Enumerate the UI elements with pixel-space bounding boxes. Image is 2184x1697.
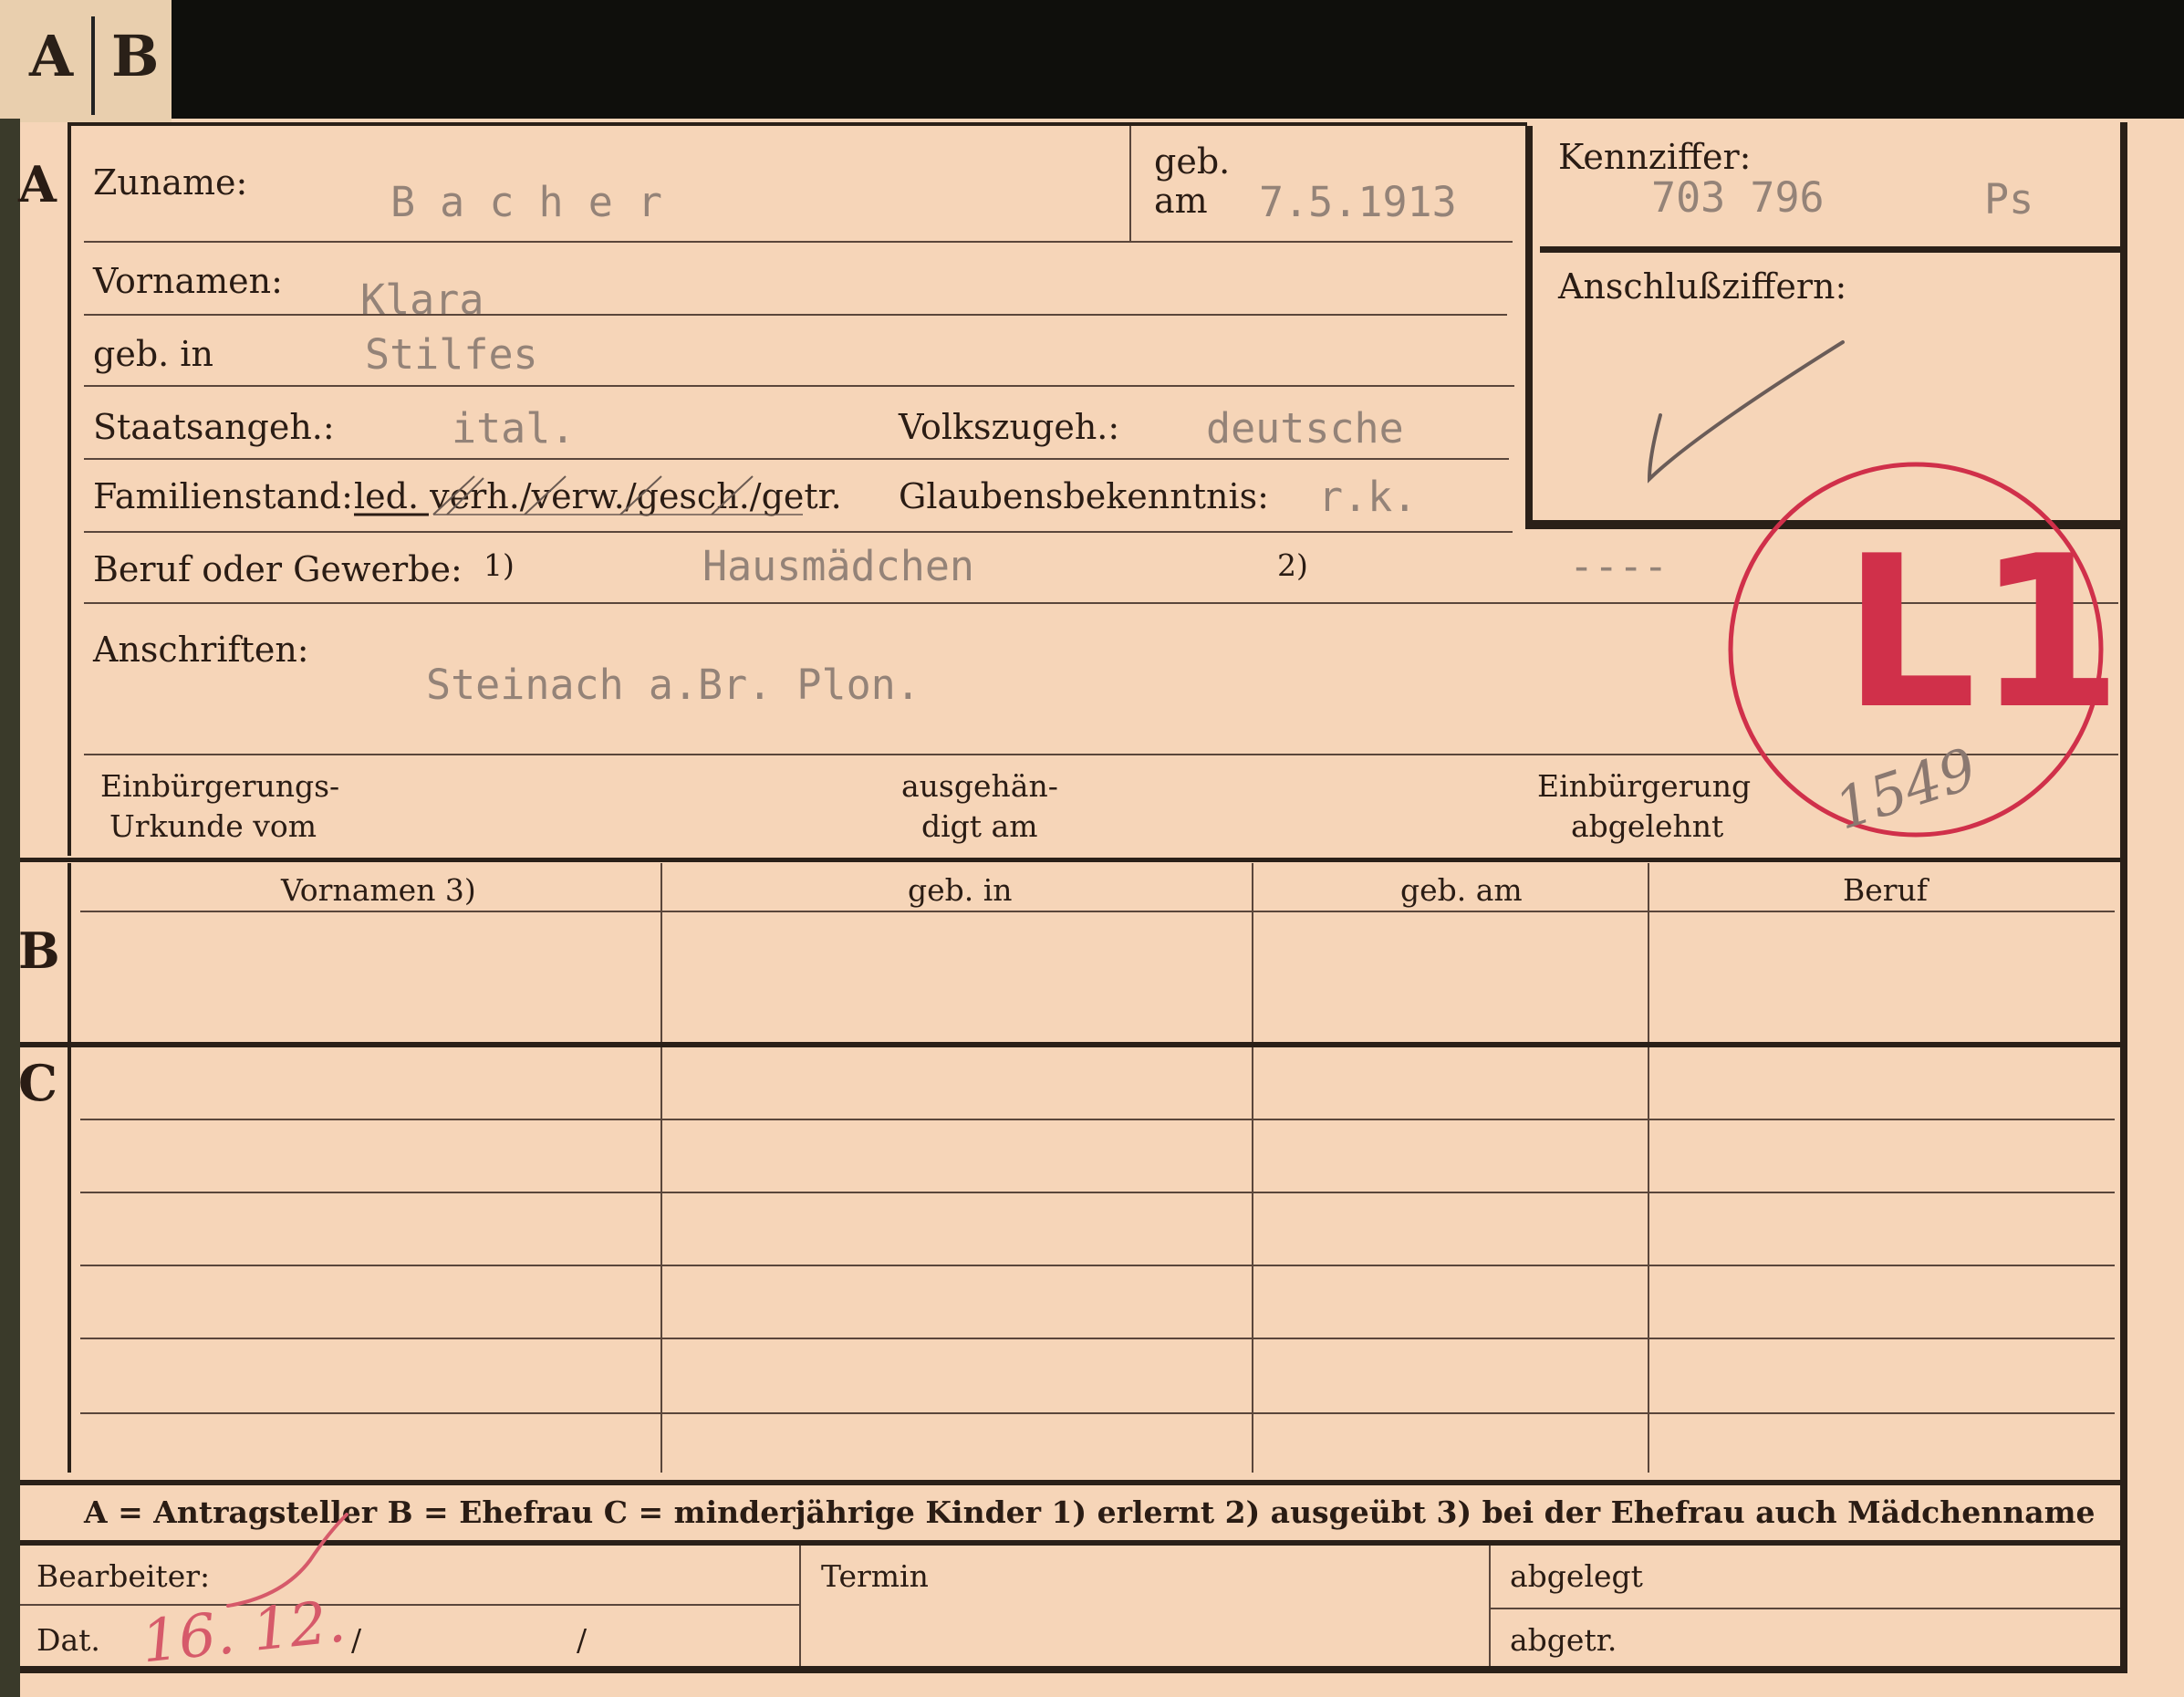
reference-id-value: 703 796 [1651,173,1825,222]
address-label: Anschriften: [93,630,309,670]
card-bottom-rule [20,1666,2124,1673]
surname-divider [1129,126,1131,241]
tab-letter-b: B [111,23,160,89]
connection-numbers-label: Anschlußziffern: [1558,266,1847,307]
legend-text: A = Antragsteller B = Ehefrau C = minder… [84,1494,2096,1530]
row-rule [84,385,1514,387]
surname-value: B a c h e r [390,178,663,226]
ethnicity-value: deutsche [1206,404,1404,453]
given-names-label: Vornamen: [93,261,283,301]
tab-letter-a: A [29,23,74,89]
naturalization-label-2: Urkunde vom [109,808,317,844]
section-c-bottom-rule [20,1480,2124,1485]
column-divider [1648,863,1649,1473]
top-rule [68,122,1527,126]
date-slash-2: / [577,1622,588,1658]
registration-card: A B A B C Zuname: B a c h e r geb. am 7.… [0,0,2184,1697]
footer-divider [1489,1546,1491,1668]
separated-label: abgetr. [1510,1622,1617,1658]
born-date-value: 7.5.1913 [1259,178,1457,226]
children-row-rule [80,1338,2115,1339]
religion-label: Glaubensbekenntnis: [899,476,1269,516]
footer-divider [799,1546,801,1668]
rejected-label-2: abgelehnt [1571,808,1724,844]
religion-value: r.k. [1318,473,1418,521]
birthplace-label: geb. in [93,334,213,374]
ethnicity-label: Volkszugeh.: [899,407,1120,447]
red-pen-stroke [226,1513,348,1608]
occupation-practiced-value: ---- [1569,542,1669,590]
stamp-text: L1 [1843,512,2123,755]
section-b-bottom-rule [20,1042,2124,1047]
section-a-bottom-rule [20,858,2124,862]
spouse-header-birthplace: geb. in [908,872,1013,908]
spouse-header-given-names: Vornamen 3) [281,872,476,908]
marital-status-label: Familienstand: [93,476,353,516]
section-letter-c: C [18,1054,57,1112]
reference-id-suffix: Ps [1984,175,2034,224]
naturalization-label-1: Einbürgerungs- [100,768,340,804]
children-row-rule [80,1412,2115,1414]
column-divider [1252,863,1253,1473]
footer-row-rule [20,1604,799,1606]
section-letter-b: B [18,921,60,980]
card-tab: A B [0,0,172,122]
row-rule [84,314,1507,316]
spouse-header-birthdate: geb. am [1400,872,1523,908]
citizenship-value: ital. [452,404,576,453]
born-on-label-2: am [1154,181,1208,221]
table-header-rule [80,911,2115,912]
children-row-rule [80,1192,2115,1193]
issued-label-1: ausgehän- [901,768,1058,804]
occupation-footnote-2: 2) [1277,547,1308,583]
footer-row-rule [1489,1608,2120,1609]
date-slash-1: / [351,1622,362,1658]
tab-divider [91,16,95,115]
reference-id-label: Kennziffer: [1558,137,1752,177]
given-names-value: Klara [360,276,484,324]
occupation-label: Beruf oder Gewerbe: [93,549,463,589]
right-edge [2120,122,2127,1673]
filed-label: abgelegt [1510,1558,1643,1594]
issued-label-2: digt am [921,808,1038,844]
occupation-footnote-1: 1) [484,547,515,583]
rejected-label-1: Einbürgerung [1537,768,1752,804]
children-row-rule [80,1265,2115,1266]
birthplace-value: Stilfes [365,330,538,379]
row-rule [84,531,1513,533]
reference-divider [1540,246,2120,253]
spouse-header-occupation: Beruf [1843,872,1929,908]
row-rule [84,241,1513,243]
citizenship-label: Staatsangeh.: [93,407,335,447]
children-row-rule [80,1119,2115,1120]
address-value: Steinach a.Br. Plon. [426,661,920,709]
born-on-label-1: geb. [1154,141,1231,182]
date-label: Dat. [36,1622,100,1658]
clerk-label: Bearbeiter: [36,1558,211,1594]
row-rule [84,458,1509,460]
left-edge [0,119,20,1697]
surname-label: Zuname: [93,162,248,203]
marital-strike-marks [354,475,803,516]
occupation-value: Hausmädchen [702,542,975,590]
appointment-label: Termin [821,1558,929,1594]
column-divider [660,863,662,1473]
dark-top-band [0,0,2184,119]
section-left-rule [68,863,71,1473]
section-a-left-rule [68,122,71,856]
section-letter-a: A [18,155,57,213]
